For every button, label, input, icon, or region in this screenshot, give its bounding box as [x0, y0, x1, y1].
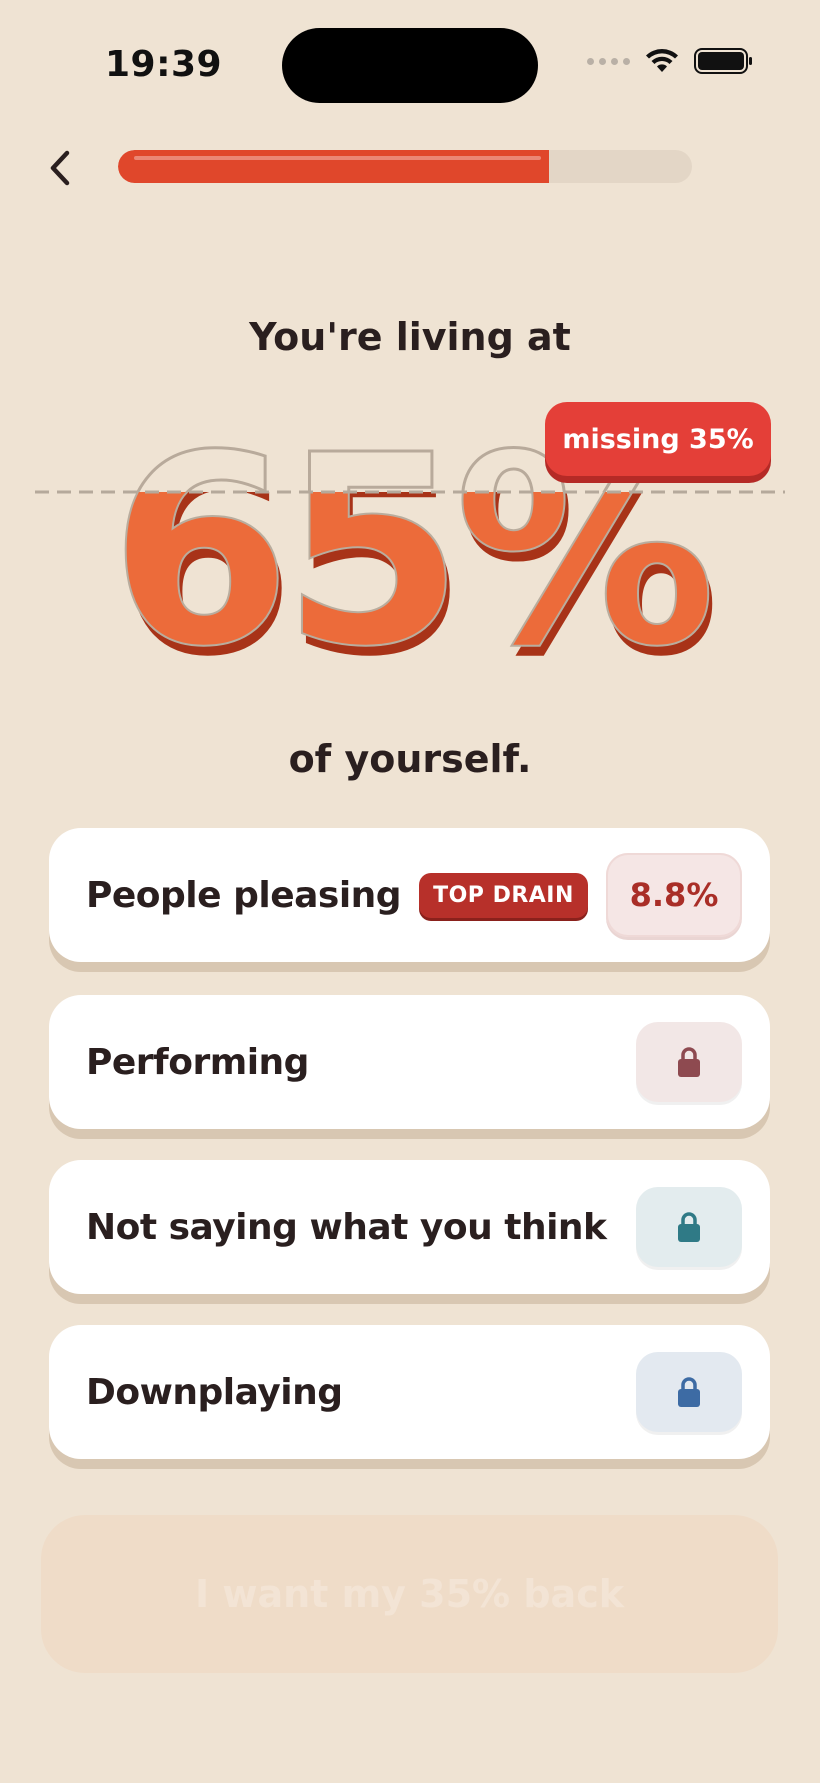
- chevron-left-icon: [50, 150, 70, 186]
- lock-icon: [678, 1212, 700, 1242]
- wifi-icon: [646, 49, 678, 72]
- reclaim-button[interactable]: I want my 35% back: [41, 1515, 778, 1673]
- drain-label: Downplaying: [86, 1371, 343, 1413]
- result-subline: of yourself.: [288, 737, 532, 781]
- lock-pill: [636, 1187, 742, 1267]
- drain-label: Not saying what you think: [86, 1206, 607, 1248]
- progress-fill: [118, 150, 549, 183]
- battery-icon: [694, 48, 752, 74]
- back-button[interactable]: [40, 140, 80, 196]
- progress-bar: [118, 150, 692, 183]
- lock-icon: [678, 1047, 700, 1077]
- drain-card-downplaying[interactable]: Downplaying: [49, 1325, 770, 1459]
- drain-card-not-saying[interactable]: Not saying what you think: [49, 1160, 770, 1294]
- dynamic-island: [282, 28, 538, 103]
- lock-pill: [636, 1352, 742, 1432]
- drain-card-performing[interactable]: Performing: [49, 995, 770, 1129]
- top-drain-badge: TOP DRAIN: [419, 872, 588, 918]
- drain-percent: 8.8%: [606, 853, 742, 937]
- status-time: 19:39: [105, 44, 223, 85]
- lock-icon: [678, 1377, 700, 1407]
- result-headline: You're living at: [249, 315, 571, 359]
- lock-pill: [636, 1022, 742, 1102]
- missing-badge: missing 35%: [545, 402, 771, 476]
- drain-card-people-pleasing[interactable]: People pleasing TOP DRAIN 8.8%: [49, 828, 770, 962]
- signal-icon: [587, 57, 630, 65]
- drain-label: Performing: [86, 1041, 309, 1083]
- status-icons: [587, 48, 752, 74]
- drain-label: People pleasing: [86, 874, 402, 916]
